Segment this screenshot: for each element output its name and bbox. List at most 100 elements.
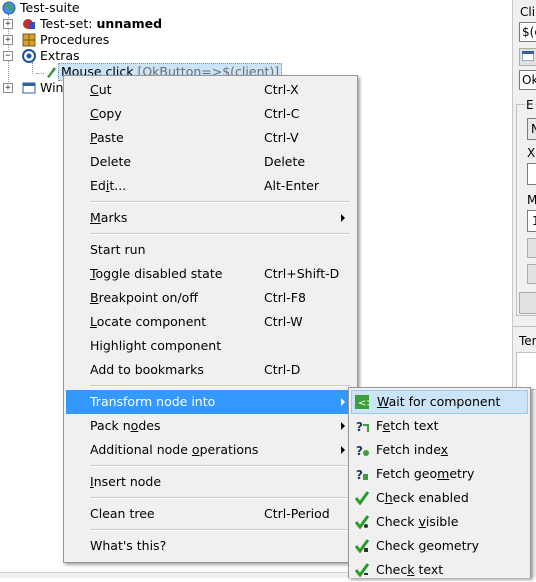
panel-button[interactable] xyxy=(519,292,536,314)
tree-label: Win xyxy=(40,80,64,95)
m-field[interactable]: 1 xyxy=(527,210,536,232)
submenu-item-check-geometry[interactable]: Check geometry xyxy=(351,534,528,558)
label-part: Fetch inde xyxy=(376,442,441,457)
submenu-item-label: Fetch geometry xyxy=(376,462,474,486)
panel-divider xyxy=(513,326,536,327)
label-part: eck enabled xyxy=(392,490,469,505)
menu-item-breakpoint[interactable]: Breakpoint on/off Ctrl-F8 xyxy=(66,286,355,310)
label-part: arks xyxy=(100,210,128,225)
submenu-item-check-visible[interactable]: Check visible xyxy=(351,510,528,534)
menu-item-pack-nodes[interactable]: Pack nodes xyxy=(66,414,355,438)
submenu-item-fetch-geometry[interactable]: ? Fetch geometry xyxy=(351,462,528,486)
menu-item-edit[interactable]: Edit... Alt-Enter xyxy=(66,174,355,198)
svg-text:<>: <> xyxy=(358,398,369,409)
client-field[interactable]: $(c xyxy=(519,22,536,42)
tree-node-extras[interactable]: − Extras xyxy=(0,48,200,64)
submenu-arrow-icon xyxy=(341,398,345,406)
menu-item-whats-this[interactable]: What's this? xyxy=(66,534,355,558)
menu-separator xyxy=(90,529,350,531)
menu-item-shortcut: Ctrl-W xyxy=(264,314,303,329)
menu-item-clean-tree[interactable]: Clean tree Ctrl-Period xyxy=(66,502,355,526)
globe-icon xyxy=(2,1,16,15)
mnemonic: W xyxy=(377,394,389,409)
menu-item-paste[interactable]: Paste Ctrl-V xyxy=(66,126,355,150)
panel-button[interactable] xyxy=(527,264,536,284)
window-icon xyxy=(22,82,36,94)
menu-item-shortcut: Ctrl-D xyxy=(264,362,301,377)
menu-item-shortcut: Ctrl-F8 xyxy=(264,290,306,305)
menu-item-copy[interactable]: Copy Ctrl-C xyxy=(66,102,355,126)
menu-item-start-run[interactable]: Start run xyxy=(66,238,355,262)
test-set-icon xyxy=(23,19,35,29)
text-area[interactable] xyxy=(516,352,536,390)
tree-node-procedures[interactable]: + Procedures xyxy=(0,32,200,48)
menu-item-label: Cut xyxy=(90,78,112,102)
check-visible-icon xyxy=(355,515,369,529)
expand-icon[interactable]: + xyxy=(3,19,13,29)
menu-item-additional-node-operations[interactable]: Additional node operations xyxy=(66,438,355,462)
label-part: Start run xyxy=(90,242,146,257)
mnemonic: h xyxy=(384,490,393,505)
svg-text:?: ? xyxy=(356,420,363,433)
x-label: X xyxy=(527,146,536,160)
label-part: Add to bookmarks xyxy=(90,362,204,377)
procedures-icon xyxy=(22,33,36,47)
tree-node-test-set[interactable]: + Test-set: unnamed xyxy=(0,16,220,32)
component-button[interactable] xyxy=(519,48,536,66)
mnemonic: C xyxy=(90,82,99,97)
check-geometry-icon xyxy=(355,539,369,553)
menu-item-delete[interactable]: Delete Delete xyxy=(66,150,355,174)
wait-icon: <> xyxy=(355,395,369,409)
mouse-click-icon xyxy=(47,67,56,78)
submenu-item-wait-for-component[interactable]: <> Wait for component xyxy=(351,390,528,414)
client-label: Cli xyxy=(520,5,536,19)
menu-item-transform-node[interactable]: Transform node into xyxy=(66,390,355,414)
label-part: C xyxy=(376,490,385,505)
mnemonic: v xyxy=(418,514,426,529)
label-part: ocate component xyxy=(96,314,207,329)
label-part: Fetch geo xyxy=(376,466,438,481)
menu-item-shortcut: Ctrl-C xyxy=(264,106,300,121)
menu-separator xyxy=(90,497,350,499)
submenu-item-check-enabled[interactable]: Check enabled xyxy=(351,486,528,510)
menu-item-locate-component[interactable]: Locate component Ctrl-W xyxy=(66,310,355,334)
menu-item-label: Copy xyxy=(90,102,122,126)
text-label: Ter xyxy=(519,334,536,348)
svg-text:?: ? xyxy=(356,444,363,457)
menu-item-label: Delete xyxy=(90,150,131,174)
mnemonic: x xyxy=(440,442,449,457)
menu-item-label: Toggle disabled state xyxy=(90,262,222,286)
tree-node-test-suite[interactable]: Test-suite xyxy=(0,0,200,16)
collapse-icon[interactable]: − xyxy=(3,51,13,61)
label-part: nsert node xyxy=(93,474,162,489)
label-part: Check xyxy=(376,514,419,529)
menu-item-label: Additional node operations xyxy=(90,438,258,462)
menu-item-highlight-component[interactable]: Highlight component xyxy=(66,334,355,358)
submenu-item-check-text[interactable]: Check text xyxy=(351,558,528,582)
transform-submenu: <> Wait for component? Fetch text? Fetch in… xyxy=(348,387,531,578)
modifier-select[interactable]: N xyxy=(527,118,536,140)
x-field[interactable] xyxy=(527,163,536,185)
menu-item-label: Transform node into xyxy=(90,390,215,414)
menu-separator xyxy=(90,233,350,235)
menu-item-label: Start run xyxy=(90,238,146,262)
expand-icon[interactable]: + xyxy=(3,35,13,45)
event-group-label: E xyxy=(525,98,535,112)
check-enabled-icon xyxy=(355,491,369,505)
submenu-item-label: Check geometry xyxy=(376,534,479,558)
label-part: eometry xyxy=(426,538,480,553)
panel-button[interactable] xyxy=(527,238,536,258)
label-part: Clean tree xyxy=(90,506,155,521)
menu-item-insert-node[interactable]: Insert node xyxy=(66,470,355,494)
mnemonic: P xyxy=(90,130,97,145)
menu-item-cut[interactable]: Cut Ctrl-X xyxy=(66,78,355,102)
expand-icon[interactable]: + xyxy=(3,83,13,93)
component-field[interactable]: Ok xyxy=(519,70,536,90)
menu-item-marks[interactable]: Marks xyxy=(66,206,355,230)
menu-item-toggle-disabled[interactable]: Toggle disabled state Ctrl+Shift-D xyxy=(66,262,355,286)
submenu-item-fetch-text[interactable]: ? Fetch text xyxy=(351,414,528,438)
submenu-item-fetch-index[interactable]: ? Fetch index xyxy=(351,438,528,462)
mnemonic: m xyxy=(437,466,450,481)
menu-item-add-to-bookmarks[interactable]: Add to bookmarks Ctrl-D xyxy=(66,358,355,382)
label-part: Ed xyxy=(90,178,106,193)
